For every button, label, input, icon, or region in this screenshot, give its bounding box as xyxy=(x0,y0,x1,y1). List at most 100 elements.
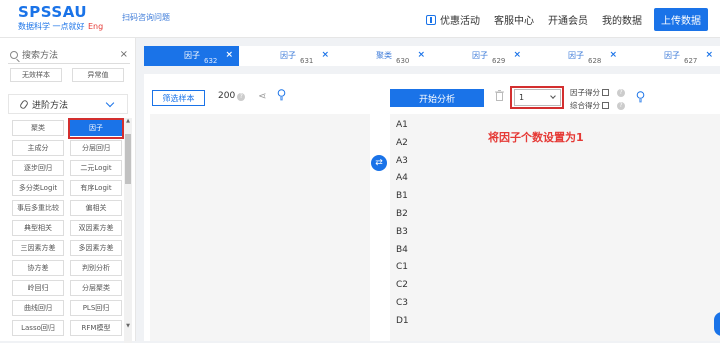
variable-item[interactable]: A4 xyxy=(396,173,408,183)
lightbulb-icon[interactable] xyxy=(277,89,286,101)
logo[interactable]: SPSSAU 数据科学 一点就好 xyxy=(18,3,87,32)
highlight-box xyxy=(68,118,124,139)
tab-number: 627 xyxy=(684,57,698,65)
help-icon[interactable]: ? xyxy=(617,101,625,110)
variable-item[interactable]: C3 xyxy=(396,298,408,308)
scrollbar-thumb[interactable] xyxy=(125,134,131,184)
method-button[interactable]: 多因素方差 xyxy=(70,240,122,256)
nav-support[interactable]: 客服中心 xyxy=(494,12,534,27)
variable-source-panel[interactable] xyxy=(150,114,370,341)
variable-item[interactable]: A2 xyxy=(396,138,408,148)
variable-item[interactable]: C2 xyxy=(396,280,408,290)
tab-number: 629 xyxy=(492,57,506,65)
method-button[interactable]: 判别分析 xyxy=(70,260,122,276)
analysis-tab[interactable]: 因子 629 × xyxy=(432,46,528,66)
float-help-button[interactable] xyxy=(714,312,720,336)
analysis-tab[interactable]: 因子 628 × xyxy=(528,46,624,66)
search-input[interactable]: 搜索方法 × xyxy=(8,46,130,64)
language-switch[interactable]: Eng xyxy=(88,22,103,31)
variable-item[interactable]: B3 xyxy=(396,227,408,237)
method-invalid-samples[interactable]: 无效样本 xyxy=(10,68,62,82)
nav-promotions-label: 优惠活动 xyxy=(440,16,480,27)
method-button[interactable]: 逐步回归 xyxy=(12,160,64,176)
top-header: SPSSAU 数据科学 一点就好 Eng 扫码咨询问题 优惠活动 客服中心 开通… xyxy=(0,0,720,38)
variable-item[interactable]: B1 xyxy=(396,191,408,201)
swap-icon[interactable]: ⇄ xyxy=(371,155,387,171)
tab-name: 因子 xyxy=(472,51,488,60)
annotation-text: 将因子个数设置为1 xyxy=(488,131,584,144)
lightbulb-icon[interactable] xyxy=(636,91,645,103)
sidebar-scrollbar[interactable] xyxy=(124,118,132,343)
method-button[interactable]: 协方差 xyxy=(12,260,64,276)
nav-promotions[interactable]: 优惠活动 xyxy=(426,12,480,27)
logo-text: SPSSAU xyxy=(18,3,88,21)
close-icon[interactable]: × xyxy=(321,50,329,60)
method-button[interactable]: 偏相关 xyxy=(70,200,122,216)
scroll-down-icon[interactable]: ▼ xyxy=(124,323,132,329)
method-button[interactable]: 多分类Logit xyxy=(12,180,64,196)
analysis-variable-list[interactable]: A1 A2 A3 A4 B1 B2 B3 B4 C1 C2 C3 D1 xyxy=(390,114,720,341)
method-button[interactable]: 双因素方差 xyxy=(70,220,122,236)
start-analysis-button[interactable]: 开始分析 xyxy=(390,89,484,107)
method-button[interactable]: 三因素方差 xyxy=(12,240,64,256)
method-button[interactable]: Lasso回归 xyxy=(12,320,64,336)
scan-consult-link[interactable]: 扫码咨询问题 xyxy=(122,12,170,23)
method-row: 多分类Logit 有序Logit xyxy=(12,180,122,196)
method-button[interactable]: 典型相关 xyxy=(12,220,64,236)
tab-name: 因子 xyxy=(664,51,680,60)
analysis-tab[interactable]: 因子 631 × xyxy=(240,46,336,66)
nav-membership[interactable]: 开通会员 xyxy=(548,12,588,27)
method-button[interactable]: 事后多重比较 xyxy=(12,200,64,216)
variable-item[interactable]: A3 xyxy=(396,156,408,166)
method-button[interactable]: 分层回归 xyxy=(70,140,122,156)
method-button[interactable]: 曲线回归 xyxy=(12,300,64,316)
composite-score-checkbox[interactable] xyxy=(602,102,609,109)
share-icon[interactable]: ⋖ xyxy=(258,91,266,102)
nav-my-data[interactable]: 我的数据 xyxy=(602,12,642,27)
close-icon[interactable]: × xyxy=(705,50,713,60)
factor-score-checkbox[interactable] xyxy=(602,89,609,96)
option-factor-score[interactable]: 因子得分 ? xyxy=(570,87,625,98)
top-method-row: 无效样本 异常值 xyxy=(10,68,124,82)
variable-item[interactable]: B4 xyxy=(396,245,408,255)
method-button[interactable]: 岭回归 xyxy=(12,280,64,296)
method-button[interactable]: 二元Logit xyxy=(70,160,122,176)
analysis-tab[interactable]: 因子 632 × xyxy=(144,46,240,66)
help-icon[interactable]: ? xyxy=(237,93,246,101)
scroll-up-icon[interactable]: ▲ xyxy=(124,118,132,124)
method-row: 逐步回归 二元Logit xyxy=(12,160,122,176)
tab-name: 因子 xyxy=(280,51,296,60)
method-button[interactable]: 主成分 xyxy=(12,140,64,156)
clear-icon[interactable]: × xyxy=(120,49,128,60)
method-row: 三因素方差 多因素方差 xyxy=(12,240,122,256)
close-icon[interactable]: × xyxy=(513,50,521,60)
section-advanced-methods[interactable]: 进阶方法 xyxy=(8,94,128,114)
close-icon[interactable]: × xyxy=(417,50,425,60)
method-button[interactable]: PLS回归 xyxy=(70,300,122,316)
filter-samples-button[interactable]: 筛选样本 xyxy=(152,90,205,106)
trash-icon[interactable] xyxy=(495,90,504,101)
analysis-tab[interactable]: 因子 627 × xyxy=(624,46,720,66)
close-icon[interactable]: × xyxy=(225,50,233,60)
method-button[interactable]: 分层聚类 xyxy=(70,280,122,296)
variable-item[interactable]: D1 xyxy=(396,316,409,326)
variable-item[interactable]: A1 xyxy=(396,120,408,130)
logo-slogan: 数据科学 一点就好 xyxy=(18,22,85,31)
tab-number: 631 xyxy=(300,57,314,65)
analysis-tabs: 因子 632 × 因子 631 × 聚类 630 × 因子 629 × 因子 628 × 因子 627 × xyxy=(144,46,720,66)
option-composite-score[interactable]: 综合得分 ? xyxy=(570,100,625,111)
analysis-tab[interactable]: 聚类 630 × xyxy=(336,46,432,66)
method-button[interactable]: 聚类 xyxy=(12,120,64,136)
gift-icon xyxy=(426,14,436,25)
upload-data-button[interactable]: 上传数据 xyxy=(654,8,708,31)
variable-item[interactable]: B2 xyxy=(396,209,408,219)
help-icon[interactable]: ? xyxy=(617,88,625,97)
close-icon[interactable]: × xyxy=(609,50,617,60)
method-outliers[interactable]: 异常值 xyxy=(72,68,124,82)
tab-name: 因子 xyxy=(184,51,200,60)
method-row: 协方差 判别分析 xyxy=(12,260,122,276)
method-button[interactable]: RFM模型 xyxy=(70,320,122,336)
variable-item[interactable]: C1 xyxy=(396,262,408,272)
highlight-box xyxy=(510,86,564,109)
method-button[interactable]: 有序Logit xyxy=(70,180,122,196)
